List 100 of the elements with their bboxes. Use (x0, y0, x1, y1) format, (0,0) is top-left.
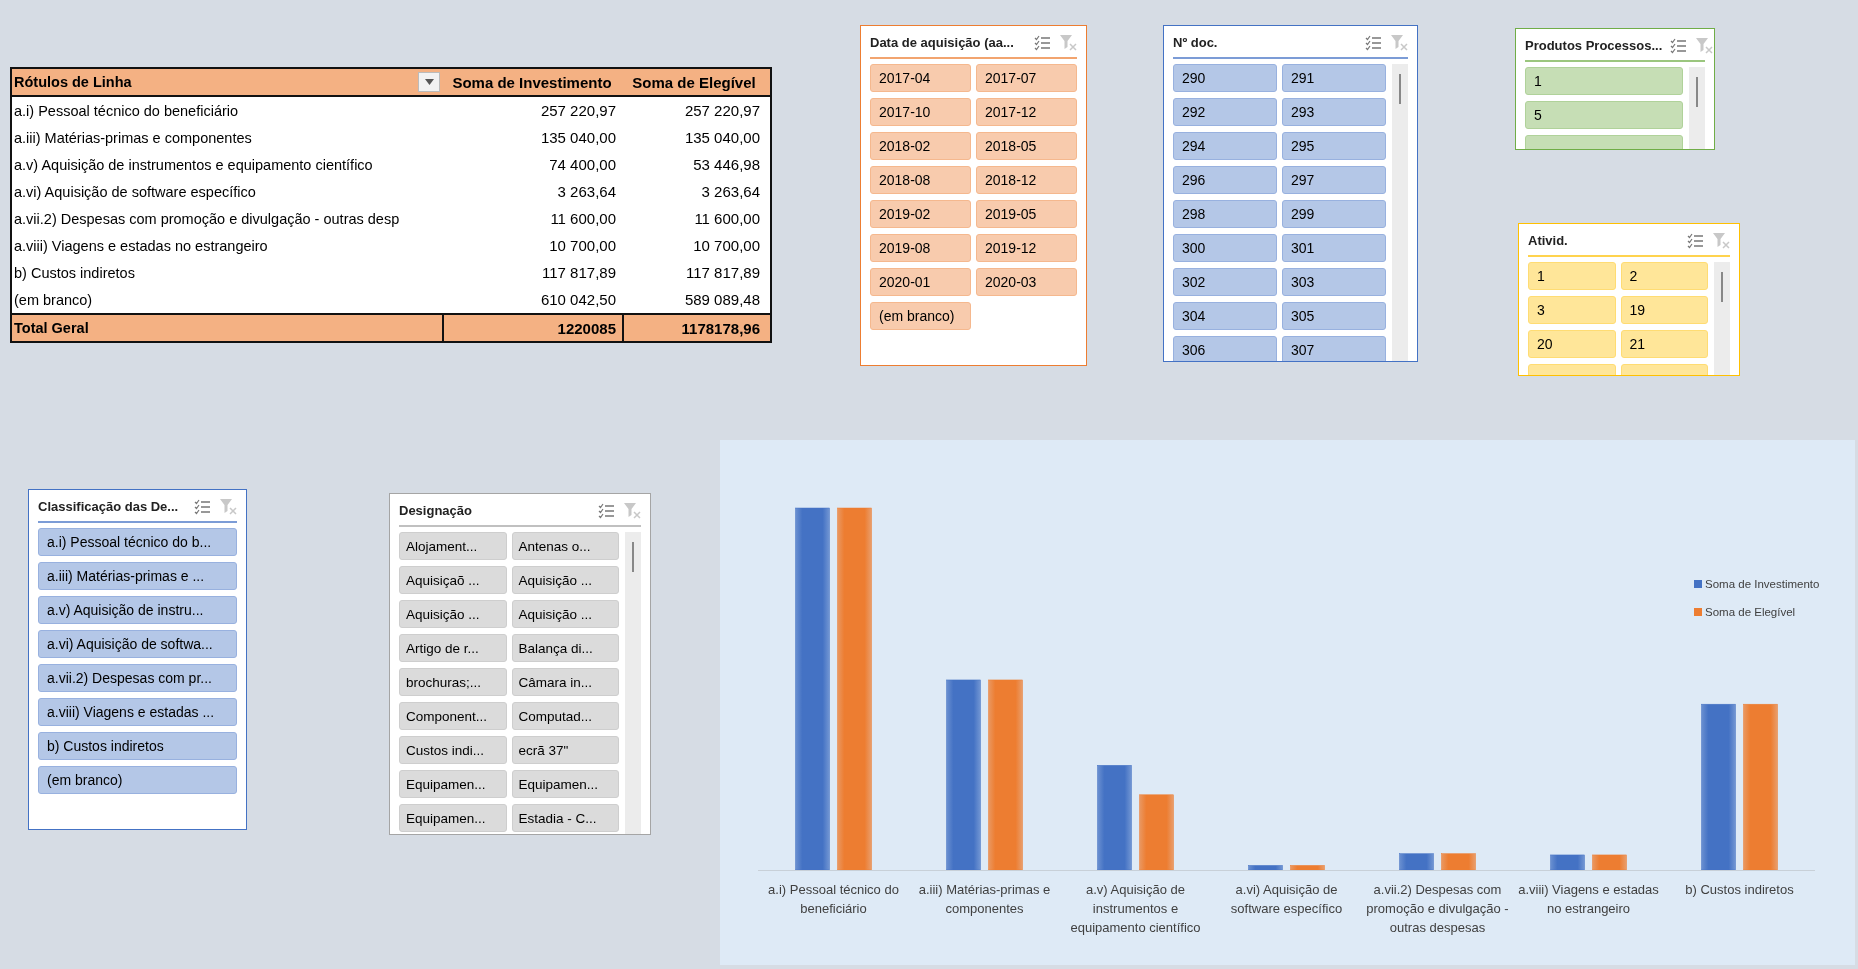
column-header: Rótulos de Linha (12, 69, 442, 95)
slicer-item[interactable]: Equipamen... (511, 770, 619, 798)
slicer-item[interactable]: Equipamen... (399, 770, 507, 798)
table-cell: 1220085 (442, 315, 622, 341)
slicer-item[interactable]: 295 (1282, 132, 1386, 160)
slicer-item[interactable]: brochuras;... (399, 668, 507, 696)
slicer-item[interactable]: 2020-01 (870, 268, 971, 296)
table-cell-text: a.v) Aquisição de instrumentos e equipamento científico (13, 155, 374, 175)
filter-dropdown-button[interactable] (418, 72, 440, 92)
slicer-item[interactable]: (em branco) (870, 302, 971, 330)
slicer-item[interactable]: Aquisição ... (399, 600, 507, 628)
slicer-item[interactable]: ecrã 37" (511, 736, 619, 764)
clear-filter-icon[interactable] (1712, 232, 1730, 249)
slicer-item[interactable]: Câmara in... (511, 668, 619, 696)
slicer-item[interactable]: 290 (1173, 64, 1277, 92)
scrollbar[interactable] (1689, 67, 1705, 149)
slicer-item[interactable]: 297 (1282, 166, 1386, 194)
slicer-item[interactable]: Custos indi... (399, 736, 507, 764)
slicer-item[interactable]: Component... (399, 702, 507, 730)
clear-filter-icon[interactable] (1390, 34, 1408, 51)
slicer-item[interactable]: Aquisiçaõ ... (399, 566, 507, 594)
slicer-item[interactable]: 2018-12 (976, 166, 1077, 194)
chart-bar (1248, 865, 1283, 871)
table-cell-text: 74 400,00 (548, 155, 617, 175)
slicer-item[interactable]: 5 (1525, 101, 1683, 129)
slicer-item[interactable]: 302 (1173, 268, 1277, 296)
slicer-item[interactable]: 2019-08 (870, 234, 971, 262)
slicer-item[interactable]: 293 (1282, 98, 1386, 126)
clear-filter-icon[interactable] (219, 498, 237, 515)
slicer-item[interactable]: a.iii) Matérias-primas e ... (38, 562, 237, 590)
slicer-item[interactable]: 299 (1282, 200, 1386, 228)
slicer-item[interactable]: 2019-12 (976, 234, 1077, 262)
slicer-item[interactable]: 294 (1173, 132, 1277, 160)
multi-select-icon[interactable] (1687, 232, 1704, 249)
slicer-item[interactable]: Alojament... (399, 532, 507, 560)
slicer-item[interactable]: 292 (1173, 98, 1277, 126)
slicer-item[interactable]: Balança di... (511, 634, 619, 662)
multi-select-icon[interactable] (194, 498, 211, 515)
slicer-item[interactable]: b) Custos indiretos (38, 732, 237, 760)
clear-filter-icon[interactable] (1695, 37, 1714, 54)
table-cell-text: 3 263,64 (700, 182, 761, 202)
clear-filter-icon[interactable] (623, 502, 641, 519)
slicer-item[interactable]: a.v) Aquisição de instru... (38, 596, 237, 624)
slicer-item[interactable]: 307 (1282, 336, 1386, 361)
slicer-item[interactable]: Computad... (511, 702, 619, 730)
slicer-item[interactable]: 291 (1282, 64, 1386, 92)
table-cell-text: 11 600,00 (549, 209, 617, 229)
slicer-item[interactable]: Aquisição ... (511, 566, 619, 594)
slicer-item[interactable]: 2017-12 (976, 98, 1077, 126)
slicer-item[interactable]: 2019-05 (976, 200, 1077, 228)
multi-select-icon[interactable] (598, 502, 615, 519)
column-header: Soma de Elegível (631, 72, 757, 93)
slicer-item[interactable]: 21 (1620, 330, 1708, 358)
slicer-item[interactable]: Antenas o... (511, 532, 619, 560)
multi-select-icon[interactable] (1670, 37, 1688, 54)
slicer-item[interactable]: 3 (1528, 296, 1616, 324)
slicer-item[interactable]: Artigo de r... (399, 634, 507, 662)
slicer-item[interactable]: a.viii) Viagens e estadas ... (38, 698, 237, 726)
table-cell-text: (em branco) (13, 290, 94, 310)
slicer-item[interactable]: 20 (1528, 330, 1616, 358)
slicer-item[interactable]: 2019-02 (870, 200, 971, 228)
slicer-item[interactable]: 2018-05 (976, 132, 1077, 160)
scrollbar[interactable] (625, 532, 641, 834)
slicer-item[interactable]: 298 (1173, 200, 1277, 228)
category-label: a.vi) Aquisição de software específico (1229, 881, 1344, 918)
slicer-item[interactable]: 305 (1282, 302, 1386, 330)
slicer-item[interactable]: (em branco) (38, 766, 237, 794)
scrollbar[interactable] (1392, 64, 1408, 361)
caret-icon (424, 79, 434, 85)
slicer-item[interactable]: 19 (1620, 296, 1708, 324)
table-cell-text: Total Geral (13, 319, 90, 338)
slicer-item[interactable]: 300 (1173, 234, 1277, 262)
slicer-item[interactable]: 2017-07 (976, 64, 1077, 92)
table-cell-text: 3 263,64 (556, 182, 617, 202)
slicer-item[interactable]: 304 (1173, 302, 1277, 330)
clear-filter-icon[interactable] (1059, 34, 1077, 51)
slicer-item[interactable]: 1 (1525, 67, 1683, 95)
slicer-item[interactable]: Equipamen... (399, 804, 507, 832)
slicer-item[interactable]: a.vi) Aquisição de softwa... (38, 630, 237, 658)
slicer-item[interactable]: 1 (1528, 262, 1616, 290)
multi-select-icon[interactable] (1034, 34, 1051, 51)
slicer-item[interactable]: 2018-08 (870, 166, 971, 194)
slicer-item[interactable]: 2017-10 (870, 98, 971, 126)
slicer-item[interactable]: a.i) Pessoal técnico do b... (38, 528, 237, 556)
slicer-item[interactable]: 303 (1282, 268, 1386, 296)
slicer-item[interactable]: Aquisição ... (511, 600, 619, 628)
scrollbar[interactable] (1714, 262, 1730, 375)
slicer-item[interactable]: 2 (1620, 262, 1708, 290)
slicer-item[interactable]: 2017-04 (870, 64, 971, 92)
slicer-item[interactable]: 296 (1173, 166, 1277, 194)
slicer-item[interactable]: Estadia - C... (511, 804, 619, 832)
slicer-item[interactable]: 301 (1282, 234, 1386, 262)
slicer-item[interactable]: a.vii.2) Despesas com pr... (38, 664, 237, 692)
slicer-item[interactable]: 2018-02 (870, 132, 971, 160)
table-cell-text: 135 040,00 (683, 128, 761, 148)
table-cell-text: 10 700,00 (548, 236, 617, 256)
slicer-title: Nº doc. (1173, 35, 1219, 50)
slicer-item[interactable]: 306 (1173, 336, 1277, 361)
multi-select-icon[interactable] (1365, 34, 1382, 51)
slicer-item[interactable]: 2020-03 (976, 268, 1077, 296)
